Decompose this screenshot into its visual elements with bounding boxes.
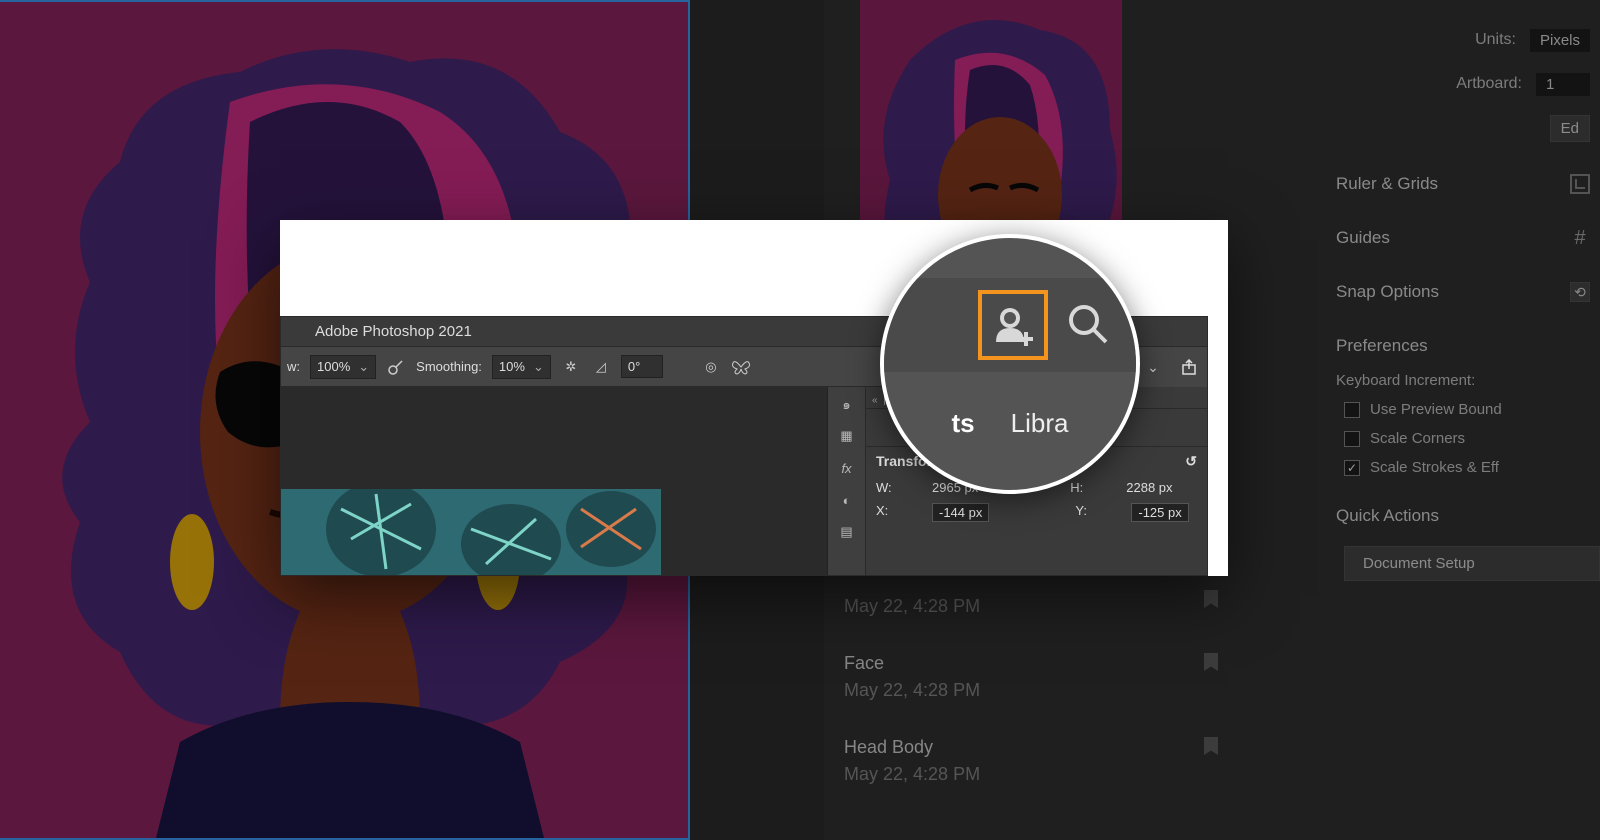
preferences-heading: Preferences: [1336, 336, 1428, 356]
snap-icon[interactable]: ⟲: [1570, 282, 1590, 302]
pressure-size-icon[interactable]: [386, 357, 406, 377]
zoom-callout: ts Libra: [880, 234, 1140, 494]
layer-name: Head Body: [844, 737, 1224, 758]
layer-item[interactable]: Face May 22, 4:28 PM: [844, 643, 1224, 727]
invite-user-icon[interactable]: [990, 302, 1036, 348]
history-icon[interactable]: ๑: [836, 393, 858, 415]
view-label: w:: [287, 359, 300, 374]
channels-icon[interactable]: ▤: [836, 521, 858, 543]
quick-actions-heading: Quick Actions: [1336, 506, 1439, 526]
scale-strokes-label: Scale Strokes & Eff: [1370, 459, 1499, 476]
keyboard-increment-label: Keyboard Increment:: [1336, 372, 1475, 389]
snap-options-heading: Snap Options: [1336, 282, 1439, 302]
layer-item[interactable]: Head Body May 22, 4:28 PM: [844, 727, 1224, 811]
document-canvas[interactable]: [281, 387, 827, 575]
canvas-artwork: [281, 489, 661, 575]
height-label: H:: [1070, 480, 1090, 495]
search-magnified[interactable]: [1060, 296, 1116, 352]
use-preview-bounds-label: Use Preview Bound: [1370, 401, 1502, 418]
collapsed-panel-column: ๑ ▦ fx ◐ ▤: [828, 387, 866, 575]
window-title: Adobe Photoshop 2021: [315, 323, 472, 340]
guides-heading: Guides: [1336, 228, 1390, 248]
paths-icon[interactable]: ◐: [836, 489, 858, 511]
chevron-down-icon[interactable]: ⌄: [1143, 357, 1163, 377]
scale-strokes-checkbox[interactable]: ✓: [1344, 460, 1360, 476]
layer-list: May 22, 4:28 PM Face May 22, 4:28 PM Hea…: [844, 580, 1224, 811]
angle-icon: ◿: [591, 357, 611, 377]
search-icon: [1066, 302, 1110, 346]
smoothing-select[interactable]: 10%: [492, 355, 551, 379]
fx-icon[interactable]: fx: [836, 457, 858, 479]
angle-value[interactable]: 0°: [621, 355, 663, 378]
butterfly-icon[interactable]: [731, 357, 751, 377]
header-far-right: ⌄: [1135, 347, 1207, 387]
scale-corners-checkbox[interactable]: [1344, 431, 1360, 447]
magnifier-tab-left: ts: [952, 408, 975, 439]
y-label: Y:: [1075, 503, 1095, 522]
reset-icon[interactable]: ↺: [1185, 453, 1197, 470]
x-value[interactable]: -144 px: [932, 503, 989, 522]
artboard-label: Artboard:: [1244, 75, 1522, 93]
layer-date: May 22, 4:28 PM: [844, 680, 1224, 701]
magnifier-tab-right: Libra: [1011, 408, 1069, 439]
ruler-grids-heading: Ruler & Grids: [1336, 174, 1438, 194]
units-value[interactable]: Pixels: [1530, 29, 1590, 52]
layer-date: May 22, 4:28 PM: [844, 596, 1224, 617]
y-value[interactable]: -125 px: [1131, 503, 1188, 522]
ruler-icon[interactable]: [1570, 174, 1590, 194]
scale-corners-label: Scale Corners: [1370, 430, 1465, 447]
view-zoom-select[interactable]: 100%: [310, 355, 376, 379]
share-icon[interactable]: [1179, 357, 1199, 377]
guides-icon[interactable]: #: [1570, 228, 1590, 248]
smoothing-label: Smoothing:: [416, 359, 482, 374]
height-value[interactable]: 2288 px: [1126, 480, 1172, 495]
properties-panel: Units: Pixels Artboard: 1 Ed Ruler & Gri…: [1244, 0, 1600, 840]
width-label: W:: [876, 480, 896, 495]
layer-item[interactable]: May 22, 4:28 PM: [844, 580, 1224, 643]
artboard-value[interactable]: 1: [1536, 73, 1590, 96]
gear-icon[interactable]: ✲: [561, 357, 581, 377]
x-label: X:: [876, 503, 896, 522]
layer-name: Face: [844, 653, 1224, 674]
invite-highlight: [978, 290, 1048, 360]
edit-artboards-button[interactable]: Ed: [1550, 115, 1590, 142]
units-label: Units:: [1244, 31, 1516, 49]
document-setup-button[interactable]: Document Setup: [1344, 546, 1600, 581]
target-icon[interactable]: ◎: [701, 357, 721, 377]
use-preview-bounds-checkbox[interactable]: [1344, 402, 1360, 418]
swatches-icon[interactable]: ▦: [836, 425, 858, 447]
layer-date: May 22, 4:28 PM: [844, 764, 1224, 785]
